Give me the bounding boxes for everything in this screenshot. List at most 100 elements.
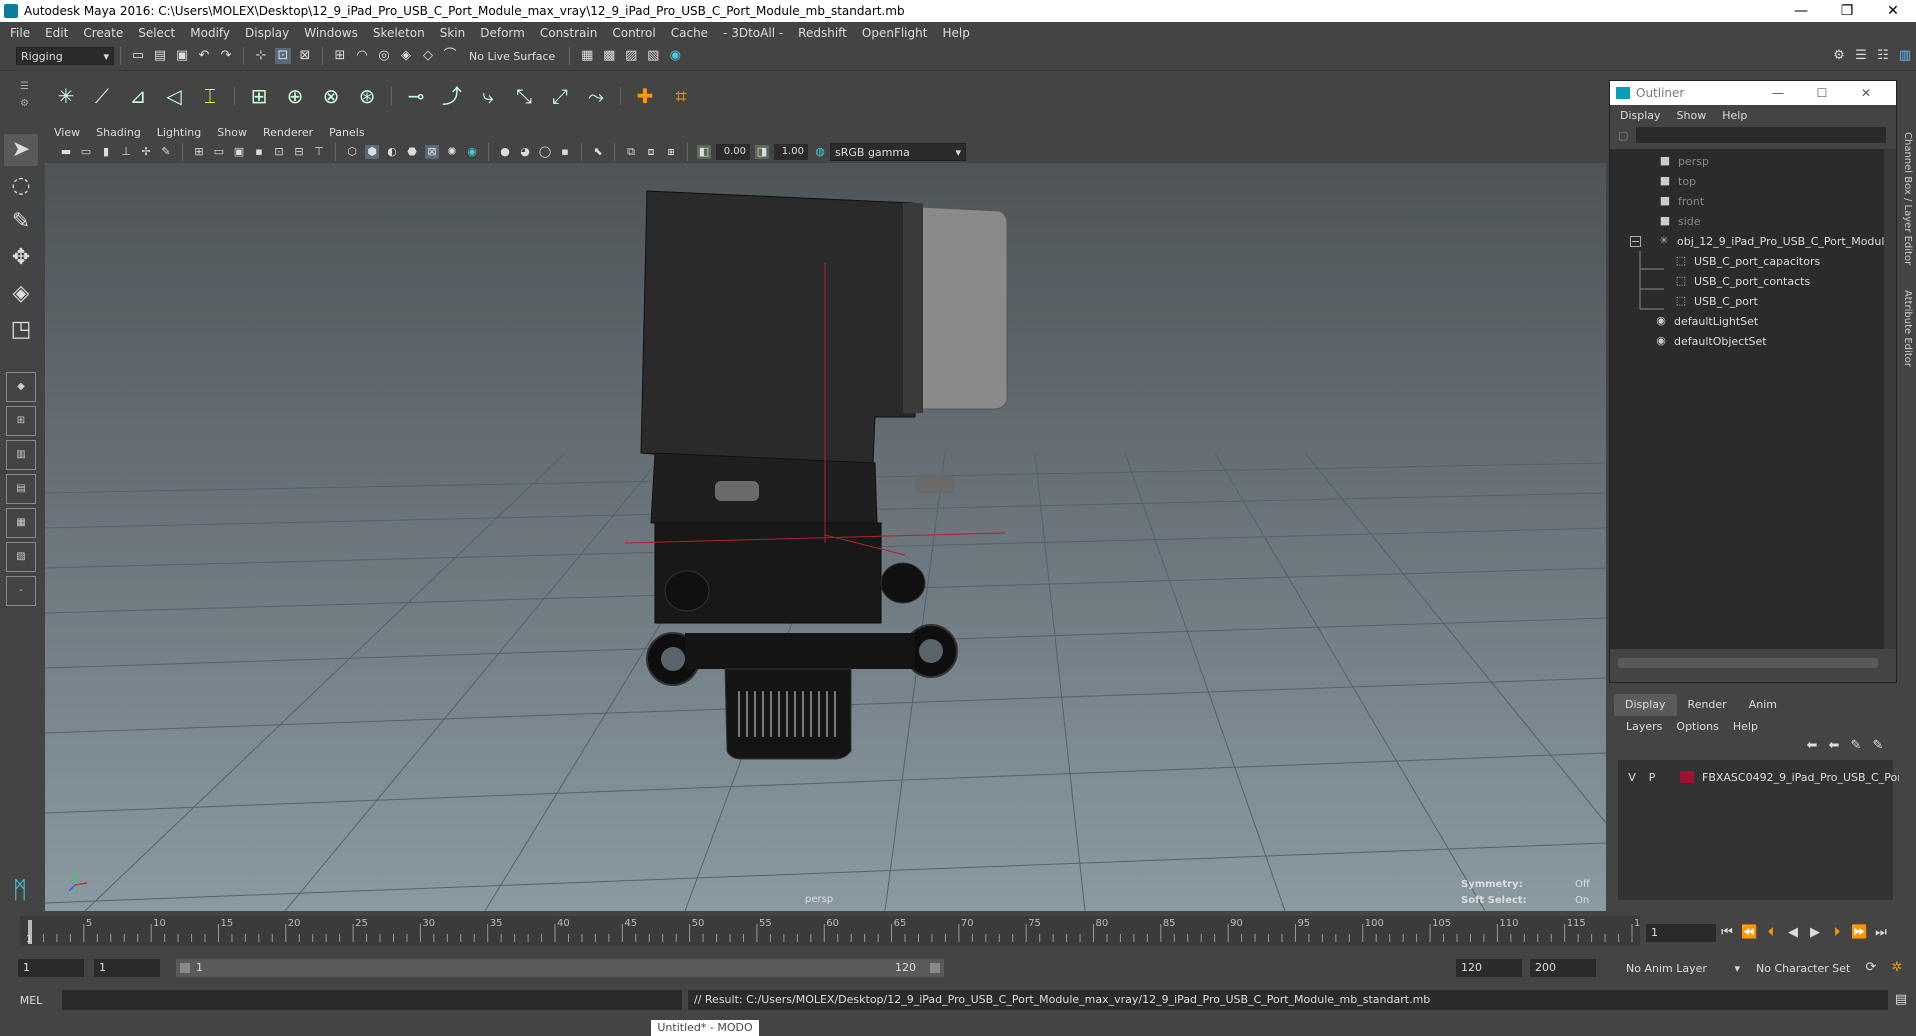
paint-weights-icon[interactable]: ⊗ <box>317 82 345 110</box>
exposure-icon[interactable]: ◧ <box>697 145 711 159</box>
outliner-layout-icon[interactable]: ▧ <box>6 542 36 572</box>
select-camera-icon[interactable]: ▬ <box>59 145 73 159</box>
move-tool-icon[interactable]: ✥ <box>4 242 38 274</box>
orient-constraint-icon[interactable]: ⤷ <box>474 82 502 110</box>
perspective-graph-layout-icon[interactable]: ▤ <box>6 474 36 504</box>
grid-icon[interactable]: ⊞ <box>192 145 206 159</box>
outliner-menu-help[interactable]: Help <box>1722 109 1747 122</box>
animation-start-field[interactable]: 1 <box>18 959 84 977</box>
play-forwards-icon[interactable]: ▶ <box>1807 925 1823 941</box>
snap-surface-icon[interactable]: ◇ <box>420 48 436 64</box>
scale-tool-icon[interactable]: ◳ <box>4 314 38 346</box>
select-object-icon[interactable]: ⊡ <box>275 48 291 64</box>
smooth-bind-icon[interactable]: ⊕ <box>281 82 309 110</box>
select-hierarchy-icon[interactable]: ⊹ <box>253 48 269 64</box>
motion-blur-icon[interactable]: ◕ <box>518 145 532 159</box>
connection-editor-icon[interactable]: ⌗ <box>667 82 695 110</box>
minimize-button[interactable]: — <box>1778 0 1824 22</box>
safe-action-icon[interactable]: ⊟ <box>292 145 306 159</box>
render-view-icon[interactable]: ▧ <box>645 48 661 64</box>
render-frame-icon[interactable]: ▩ <box>601 48 617 64</box>
filter-icon[interactable]: ▢ <box>1618 129 1628 142</box>
outliner-menu-display[interactable]: Display <box>1620 109 1661 122</box>
attribute-editor-icon[interactable]: ☰ <box>1853 48 1869 64</box>
menu-skeleton[interactable]: Skeleton <box>373 26 425 40</box>
make-live-icon[interactable]: ⌒ <box>442 48 458 64</box>
range-end-handle[interactable] <box>930 963 940 973</box>
floating-window-label[interactable]: Untitled* - MODO <box>651 1020 759 1036</box>
tab-anim[interactable]: Anim <box>1738 694 1788 716</box>
outliner-close-button[interactable]: ✕ <box>1844 81 1888 105</box>
film-gate-icon[interactable]: ▭ <box>212 145 226 159</box>
mel-command-input[interactable] <box>62 990 682 1010</box>
menu-select[interactable]: Select <box>138 26 175 40</box>
xray-icon[interactable]: ⧉ <box>624 145 638 159</box>
redo-icon[interactable]: ↷ <box>218 48 234 64</box>
snap-point-icon[interactable]: ◎ <box>376 48 392 64</box>
rotate-tool-icon[interactable]: ◈ <box>4 278 38 310</box>
select-component-icon[interactable]: ⊠ <box>297 48 313 64</box>
snap-view-icon[interactable]: ◈ <box>398 48 414 64</box>
move-layer-down-icon[interactable]: ⬅ <box>1826 738 1842 754</box>
layer-playback-toggle[interactable]: P <box>1642 771 1662 784</box>
wireframe-icon[interactable]: ⬡ <box>345 145 359 159</box>
outliner-item[interactable]: ◉ defaultObjectSet <box>1654 331 1766 351</box>
smooth-shade-icon[interactable]: ⬢ <box>365 145 379 159</box>
perspective-viewport[interactable]: persp Symmetry: Off Soft Select: On <box>45 163 1606 911</box>
layer-menu-help[interactable]: Help <box>1733 720 1758 733</box>
outliner-item[interactable]: ■ top <box>1658 171 1696 191</box>
point-constraint-icon[interactable]: ⊸ <box>402 82 430 110</box>
animation-preferences-icon[interactable]: ✲ <box>1889 960 1905 976</box>
menu-redshift[interactable]: Redshift <box>798 26 847 40</box>
hypershade-layout-icon[interactable]: ▦ <box>6 508 36 538</box>
safe-title-icon[interactable]: ⊤ <box>312 145 326 159</box>
outliner-item[interactable]: ■ persp <box>1658 151 1709 171</box>
outliner-item[interactable]: ⬚ USB_C_port_contacts <box>1674 271 1810 291</box>
pole-vector-icon[interactable]: ⤳ <box>582 82 610 110</box>
lasso-tool-icon[interactable]: ◌ <box>4 170 38 202</box>
go-to-end-icon[interactable]: ⏭ <box>1873 925 1889 941</box>
render-settings-icon[interactable]: ▦ <box>579 48 595 64</box>
depth-of-field-icon[interactable]: ▪ <box>558 145 572 159</box>
field-chart-icon[interactable]: ⊡ <box>272 145 286 159</box>
four-view-layout-icon[interactable]: ⊞ <box>6 406 36 436</box>
shadows-icon[interactable]: ◉ <box>465 145 479 159</box>
outliner-maximize-button[interactable]: ☐ <box>1800 81 1844 105</box>
xray-joints-icon[interactable]: ⧈ <box>644 145 658 159</box>
xray-components-icon[interactable]: ⧆ <box>664 145 678 159</box>
anim-layer-dropdown[interactable]: No Anim Layer ▾ <box>1622 959 1744 977</box>
menu-control[interactable]: Control <box>612 26 655 40</box>
close-button[interactable]: ✕ <box>1870 0 1916 22</box>
menu-display[interactable]: Display <box>245 26 289 40</box>
usb-c-port-module-model[interactable] <box>640 190 1008 760</box>
undo-icon[interactable]: ↶ <box>196 48 212 64</box>
multisample-aa-icon[interactable]: ◯ <box>538 145 552 159</box>
gamma-icon[interactable]: ◨ <box>755 145 769 159</box>
bookmark-icon[interactable]: ▮ <box>99 145 113 159</box>
layer-color-swatch[interactable] <box>1680 771 1694 783</box>
layer-menu-layers[interactable]: Layers <box>1626 720 1662 733</box>
restore-button[interactable]: ❐ <box>1824 0 1870 22</box>
time-slider[interactable]: 5 10 15 20 25 30 35 40 45 50 55 60 65 70 75 80 85 90 95 100… <box>20 916 1640 946</box>
joint-tool-icon[interactable]: ✳ <box>52 82 80 110</box>
locator-icon[interactable]: ⌶ <box>196 82 224 110</box>
textured-icon[interactable]: ⊠ <box>425 145 439 159</box>
two-d-pan-icon[interactable]: ✢ <box>139 145 153 159</box>
color-management-icon[interactable]: ◍ <box>813 145 827 159</box>
panel-menu-view[interactable]: View <box>54 126 80 139</box>
panel-menu-lighting[interactable]: Lighting <box>157 126 201 139</box>
panel-menu-shading[interactable]: Shading <box>96 126 141 139</box>
auto-key-icon[interactable]: ⟳ <box>1863 960 1879 976</box>
tool-settings-icon[interactable]: ☷ <box>1875 48 1891 64</box>
script-editor-icon[interactable]: ▤ <box>1893 992 1909 1008</box>
layer-visibility-toggle[interactable]: V <box>1622 771 1642 784</box>
step-forward-frame-icon[interactable]: ⏩ <box>1851 925 1867 941</box>
menu-modify[interactable]: Modify <box>190 26 230 40</box>
select-tool-icon[interactable]: ➤ <box>4 134 38 166</box>
parent-constraint-icon[interactable]: ⤢ <box>546 82 574 110</box>
new-scene-icon[interactable]: ▭ <box>130 48 146 64</box>
menu-openflight[interactable]: OpenFlight <box>862 26 928 40</box>
add-attribute-icon[interactable]: ✚ <box>631 82 659 110</box>
step-back-key-icon[interactable]: ⏴ <box>1763 925 1779 941</box>
snap-grid-icon[interactable]: ⊞ <box>332 48 348 64</box>
